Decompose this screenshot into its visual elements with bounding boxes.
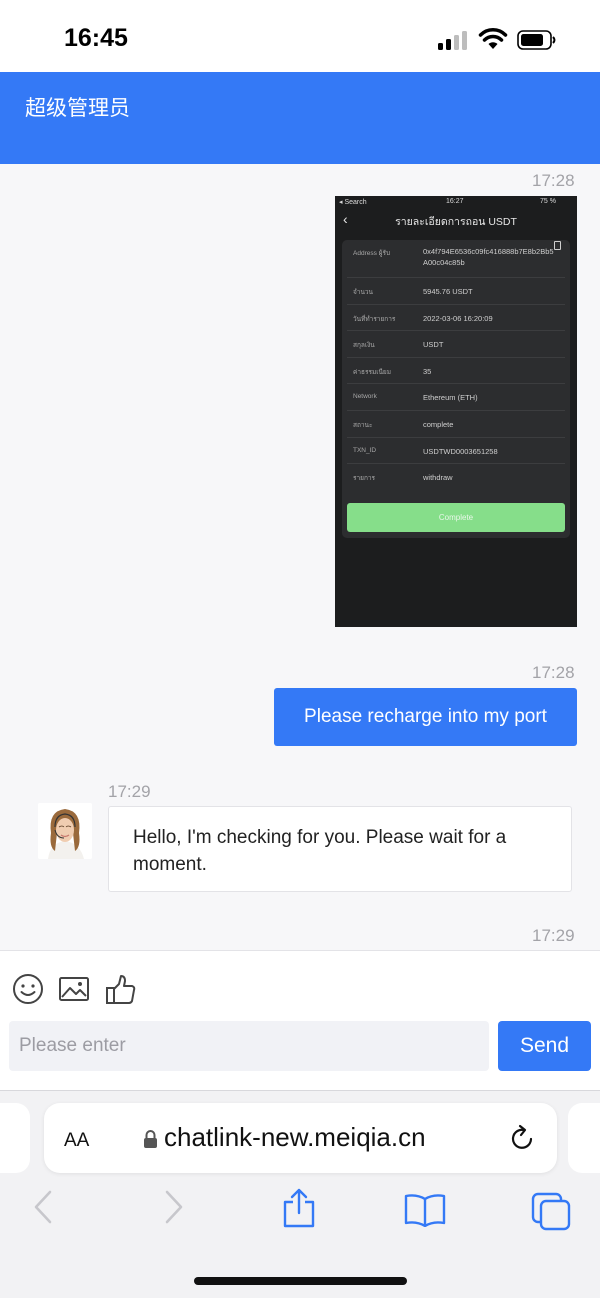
wifi-icon bbox=[478, 28, 508, 49]
screenshot-status-bar: ◂ Search 16:27 75 % bbox=[335, 196, 577, 208]
url-text: chatlink-new.meiqia.cn bbox=[164, 1122, 426, 1152]
send-button[interactable]: Send bbox=[498, 1021, 591, 1071]
message-timestamp: 17:29 bbox=[532, 926, 575, 945]
screenshot-row-label: สกุลเงิน bbox=[353, 342, 375, 349]
screenshot-row: ค่าธรรมเนียม 35 bbox=[347, 358, 565, 384]
screenshot-status-time: 16:27 bbox=[446, 198, 464, 205]
screenshot-row-value: USDT bbox=[423, 340, 444, 349]
screenshot-row: สกุลเงิน USDT bbox=[347, 331, 565, 358]
chat-header: 超级管理员 bbox=[0, 72, 600, 164]
forward-arrow-icon[interactable] bbox=[163, 1189, 185, 1225]
screenshot-title: รายละเอียดการถอน USDT bbox=[395, 216, 517, 228]
image-message-screenshot[interactable]: ◂ Search 16:27 75 % ‹ รายละเอียดการถอน U… bbox=[335, 196, 577, 627]
screenshot-row-value: withdraw bbox=[423, 473, 453, 482]
screenshot-row-label: วันที่ทำรายการ bbox=[353, 316, 396, 323]
screenshot-detail-card: Address ผู้รับ 0x4f794E6536c09fc416888b7… bbox=[342, 240, 570, 538]
screenshot-row-label: Address ผู้รับ bbox=[353, 250, 391, 257]
screenshot-row: Address ผู้รับ 0x4f794E6536c09fc416888b7… bbox=[347, 240, 565, 278]
screenshot-row: สถานะ complete bbox=[347, 411, 565, 438]
screenshot-row: จำนวน 5945.76 USDT bbox=[347, 278, 565, 305]
screenshot-row-value: 0x4f794E6536c09fc416888b7E8b2Bb5A00c04c8… bbox=[423, 247, 554, 267]
thumbs-up-icon[interactable] bbox=[104, 973, 138, 1007]
address-bar[interactable]: AA chatlink-new.meiqia.cn bbox=[44, 1103, 557, 1173]
screenshot-row-value: Ethereum (ETH) bbox=[423, 393, 478, 402]
screenshot-row: Network Ethereum (ETH) bbox=[347, 384, 565, 411]
message-input[interactable] bbox=[9, 1021, 489, 1071]
emoji-icon[interactable] bbox=[12, 973, 44, 1005]
screenshot-row: วันที่ทำรายการ 2022-03-06 16:20:09 bbox=[347, 305, 565, 331]
screenshot-row-label: สถานะ bbox=[353, 422, 373, 429]
next-tab-peek[interactable] bbox=[568, 1103, 600, 1173]
screenshot-row: รายการ withdraw bbox=[347, 464, 565, 491]
screenshot-row-label: จำนวน bbox=[353, 289, 373, 296]
copy-icon bbox=[554, 241, 561, 250]
tabs-icon[interactable] bbox=[530, 1191, 572, 1231]
message-timestamp: 17:29 bbox=[108, 782, 151, 801]
screenshot-row-label: ค่าธรรมเนียม bbox=[353, 369, 391, 376]
screenshot-row-value: 5945.76 USDT bbox=[423, 287, 473, 296]
message-timestamp: 17:28 bbox=[532, 171, 575, 190]
status-bar: 16:45 bbox=[0, 0, 600, 72]
screenshot-status-battery: 75 % bbox=[540, 198, 556, 205]
agent-avatar bbox=[38, 803, 92, 859]
screenshot-row-label: รายการ bbox=[353, 475, 376, 482]
screenshot-status-left: ◂ Search bbox=[339, 199, 367, 206]
image-icon[interactable] bbox=[58, 973, 90, 1005]
screenshot-row-value: complete bbox=[423, 420, 454, 429]
bookmarks-icon[interactable] bbox=[403, 1193, 447, 1227]
agent-name-title: 超级管理员 bbox=[25, 96, 130, 120]
text-size-button[interactable]: AA bbox=[64, 1125, 89, 1153]
incoming-message-bubble: Hello, I'm checking for you. Please wait… bbox=[108, 806, 572, 892]
battery-icon bbox=[517, 30, 556, 50]
screenshot-row-value: USDTWD0003651258 bbox=[423, 447, 498, 456]
outgoing-message-bubble: Please recharge into my port bbox=[274, 688, 577, 746]
screenshot-row-label: TXN_ID bbox=[353, 447, 377, 454]
screenshot-row-value: 35 bbox=[423, 367, 432, 376]
message-composer: Send bbox=[0, 950, 600, 1090]
reload-icon[interactable] bbox=[507, 1123, 537, 1153]
home-indicator bbox=[194, 1277, 407, 1285]
safari-toolbar: AA chatlink-new.meiqia.cn bbox=[0, 1090, 600, 1298]
message-timestamp: 17:28 bbox=[532, 663, 575, 682]
status-time: 16:45 bbox=[64, 24, 128, 52]
lock-icon bbox=[144, 1130, 157, 1148]
screenshot-row-label: Network bbox=[353, 393, 377, 400]
share-icon[interactable] bbox=[281, 1187, 317, 1229]
text-size-label: AA bbox=[64, 1130, 90, 1151]
screenshot-row: TXN_ID USDTWD0003651258 bbox=[347, 438, 565, 464]
screenshot-complete-button: Complete bbox=[347, 503, 565, 532]
cellular-signal-icon bbox=[438, 30, 468, 50]
previous-tab-peek[interactable] bbox=[0, 1103, 30, 1173]
screenshot-row-value: 2022-03-06 16:20:09 bbox=[423, 314, 493, 323]
back-arrow-icon[interactable] bbox=[32, 1189, 54, 1225]
